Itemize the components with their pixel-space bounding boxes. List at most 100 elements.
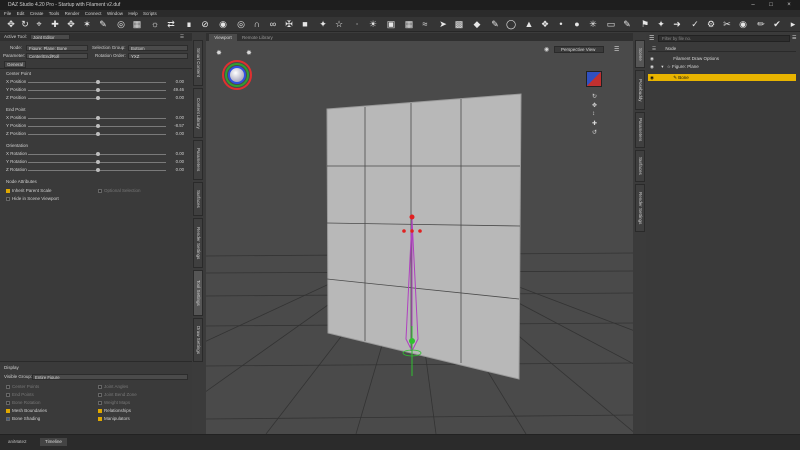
lightbulb-icon[interactable]: ● bbox=[572, 19, 582, 29]
panel-menu-icon[interactable]: ☰ bbox=[180, 34, 184, 40]
flag-tool-icon[interactable]: ⚑ bbox=[640, 19, 650, 29]
tab-render-settings-right[interactable]: Render Settings bbox=[635, 184, 645, 232]
pose-tool-icon[interactable]: ✦ bbox=[318, 19, 328, 29]
active-tool-select[interactable]: Joint Editor bbox=[30, 34, 70, 40]
viewport-menu-icon[interactable]: ☰ bbox=[614, 46, 619, 53]
end-x-slider[interactable] bbox=[28, 115, 168, 121]
brush-tool-icon[interactable]: ✎ bbox=[622, 19, 632, 29]
relationships-checkbox[interactable] bbox=[98, 409, 102, 413]
end-points-checkbox[interactable] bbox=[6, 393, 10, 397]
rot-z-slider[interactable] bbox=[28, 167, 168, 173]
magnet-icon[interactable]: ∩ bbox=[252, 19, 262, 29]
scale-tool-icon[interactable]: ⌖ bbox=[34, 19, 44, 29]
end-y-value[interactable]: -8.57 bbox=[172, 123, 184, 129]
transfer-tool-icon[interactable]: ⇄ bbox=[166, 19, 176, 29]
light-dot-icon[interactable]: ✸ bbox=[216, 49, 222, 57]
joint-bend-zone-checkbox[interactable] bbox=[98, 393, 102, 397]
node-weight-icon[interactable]: ✎ bbox=[98, 19, 108, 29]
grid-tool-icon[interactable]: ▦ bbox=[404, 19, 414, 29]
visibility-eye-icon[interactable]: ◉ bbox=[650, 56, 654, 61]
universal-tool-icon[interactable]: ✚ bbox=[50, 19, 60, 29]
star-tool-icon[interactable]: ✦ bbox=[656, 19, 666, 29]
surface-tool-icon[interactable]: ◎ bbox=[116, 19, 126, 29]
eye-tool-icon[interactable]: ◉ bbox=[738, 19, 748, 29]
geometry-tool-icon[interactable]: ▦ bbox=[132, 19, 142, 29]
brush2-tool-icon[interactable]: ✏ bbox=[756, 19, 766, 29]
arrow-tool-icon[interactable]: ➜ bbox=[672, 19, 682, 29]
visible-group-select[interactable]: Entire Figure bbox=[32, 374, 188, 380]
spark-tool-icon[interactable]: ✳ bbox=[588, 19, 598, 29]
tab-viewport[interactable]: Viewport bbox=[209, 34, 237, 41]
end-z-value[interactable]: 0.00 bbox=[172, 131, 184, 137]
menu-edit[interactable]: Edit bbox=[17, 10, 25, 17]
menu-create[interactable]: Create bbox=[30, 10, 44, 17]
tab-parameters[interactable]: Parameters bbox=[193, 140, 203, 180]
node-select[interactable]: Figure: Plane: Bone bbox=[26, 45, 88, 51]
spot-render-icon[interactable]: ◎ bbox=[236, 19, 246, 29]
minimize-icon[interactable]: – bbox=[744, 1, 762, 9]
cancel-icon[interactable]: ⊘ bbox=[200, 19, 210, 29]
rot-y-slider[interactable] bbox=[28, 159, 168, 165]
joint-tool-icon[interactable]: ✶ bbox=[82, 19, 92, 29]
close-icon[interactable]: × bbox=[780, 1, 798, 9]
measure-tool-icon[interactable]: ∎ bbox=[184, 19, 194, 29]
pin-tool-icon[interactable]: ✠ bbox=[284, 19, 294, 29]
lasso-tool-icon[interactable]: ◯ bbox=[506, 19, 516, 29]
end-x-value[interactable]: 0.00 bbox=[172, 115, 184, 121]
more-tool-icon[interactable]: ▸ bbox=[788, 19, 798, 29]
clip-tool-icon[interactable]: ✂ bbox=[722, 19, 732, 29]
menu-tools[interactable]: Tools bbox=[49, 10, 60, 17]
tab-scene[interactable]: Scene bbox=[635, 40, 645, 68]
end-y-slider[interactable] bbox=[28, 123, 168, 129]
camera-select[interactable]: Perspective View bbox=[554, 46, 604, 53]
center-points-checkbox[interactable] bbox=[6, 385, 10, 389]
view-cube-icon[interactable] bbox=[586, 71, 602, 87]
menu-connect[interactable]: Connect bbox=[85, 10, 102, 17]
center-x-slider[interactable] bbox=[28, 79, 168, 85]
menu-file[interactable]: File bbox=[4, 10, 11, 17]
scene-row-figure[interactable]: ◉ ▾ ☆ Figure: Plane bbox=[648, 63, 796, 70]
menu-help[interactable]: Help bbox=[128, 10, 137, 17]
dot-tool-icon[interactable]: • bbox=[556, 19, 566, 29]
link-tool-icon[interactable]: ∞ bbox=[268, 19, 278, 29]
tab-animate2[interactable]: aniMate2 bbox=[4, 438, 31, 446]
rotate-tool-icon[interactable]: ↻ bbox=[20, 19, 30, 29]
orbit-icon[interactable]: ↻ bbox=[592, 93, 597, 100]
weight-maps-checkbox[interactable] bbox=[98, 401, 102, 405]
light-dot-icon-2[interactable]: ✸ bbox=[246, 49, 252, 57]
tab-draw-settings[interactable]: Draw Settings bbox=[193, 318, 203, 362]
light-tool-icon[interactable]: ☀ bbox=[368, 19, 378, 29]
manipulators-checkbox[interactable] bbox=[98, 417, 102, 421]
center-y-value[interactable]: 49.46 bbox=[172, 87, 184, 93]
end-z-slider[interactable] bbox=[28, 131, 168, 137]
menu-scripts[interactable]: Scripts bbox=[143, 10, 157, 17]
check-tool-icon[interactable]: ✔ bbox=[772, 19, 782, 29]
rotation-order-select[interactable]: YXZ bbox=[128, 53, 188, 59]
visibility-eye-icon[interactable]: ◉ bbox=[650, 75, 654, 80]
scene-row-filament[interactable]: ◉ Filament Draw Options bbox=[648, 55, 796, 62]
bone-shading-checkbox[interactable] bbox=[6, 417, 10, 421]
move-tool-icon[interactable]: ✥ bbox=[6, 19, 16, 29]
rot-y-value[interactable]: 0.00 bbox=[172, 159, 184, 165]
scene-row-bone-selected[interactable]: ◉ ✎ Bone bbox=[648, 74, 796, 81]
tab-general[interactable]: General bbox=[4, 61, 26, 68]
hierarchy-tool-icon[interactable]: ■ bbox=[300, 19, 310, 29]
center-x-value[interactable]: 0.00 bbox=[172, 79, 184, 85]
sculpt-tool-icon[interactable]: ▲ bbox=[524, 19, 534, 29]
scene-menu-icon[interactable]: ☰ bbox=[649, 35, 654, 42]
center-z-slider[interactable] bbox=[28, 95, 168, 101]
joint-angles-checkbox[interactable] bbox=[98, 385, 102, 389]
tab-posebuddy[interactable]: Posebuddy bbox=[635, 70, 645, 110]
wrench-tool-icon[interactable]: ⚙ bbox=[706, 19, 716, 29]
marker-tool-icon[interactable]: ◆ bbox=[472, 19, 482, 29]
wave-tool-icon[interactable]: ≈ bbox=[420, 19, 430, 29]
tab-remote-library[interactable]: Remote Library bbox=[242, 34, 273, 41]
tab-smart-content[interactable]: Smart Content bbox=[193, 40, 203, 86]
visibility-eye-icon[interactable]: ◉ bbox=[650, 64, 654, 69]
scene-options-icon[interactable]: ☰ bbox=[792, 35, 796, 41]
viewport[interactable]: ✸ ✸ ◉ Perspective View ☰ ↻ ✥ ↕ ✚ ↺ bbox=[206, 41, 633, 434]
paint-tool-icon[interactable]: ✎ bbox=[490, 19, 500, 29]
menu-window[interactable]: Window bbox=[107, 10, 123, 17]
tab-tool-settings[interactable]: Tool Settings bbox=[193, 270, 203, 316]
tab-surfaces[interactable]: Surfaces bbox=[193, 182, 203, 216]
